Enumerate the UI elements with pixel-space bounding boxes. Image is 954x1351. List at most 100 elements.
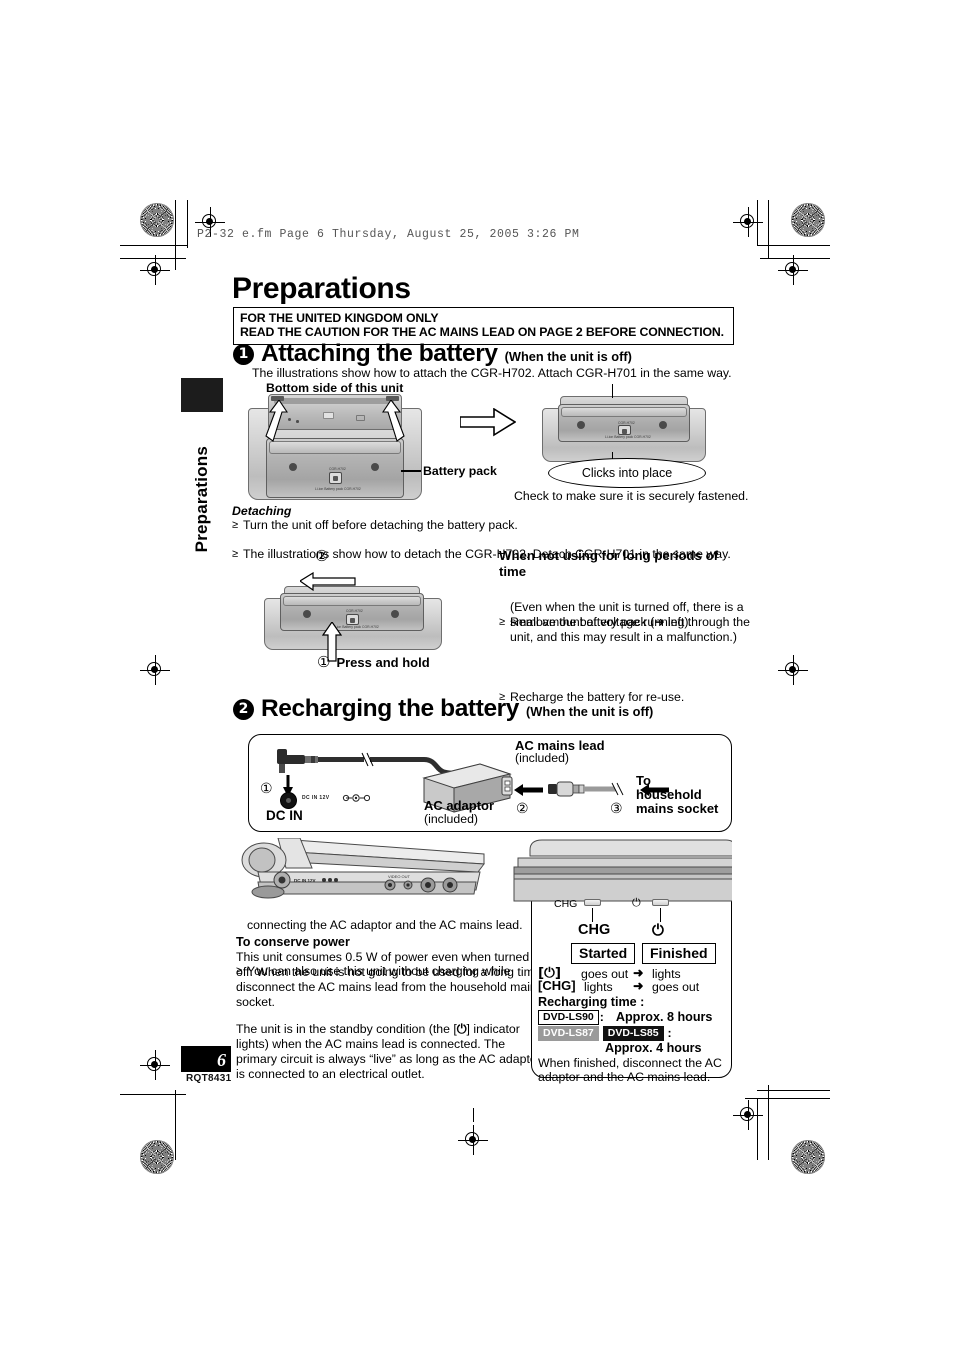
attach-direction-arrow bbox=[460, 408, 516, 437]
chg-row-key: [CHG] bbox=[538, 978, 576, 993]
socket-label-l3: mains socket bbox=[636, 801, 719, 816]
crop-line-bot-right-h bbox=[757, 1090, 830, 1091]
registration-mark-mid-right-2 bbox=[778, 655, 808, 685]
dc-in-label: DC IN bbox=[266, 808, 303, 823]
conserve-power-heading: To conserve power bbox=[236, 935, 350, 949]
section2-subtitle: (When the unit is off) bbox=[526, 704, 654, 719]
registration-mark-bottom-right bbox=[733, 1100, 763, 1130]
attach-arrow-left bbox=[265, 400, 288, 442]
finish-note-l2: adaptor and the AC mains lead. bbox=[538, 1070, 711, 1084]
diagram-step2-label: ② bbox=[516, 800, 529, 816]
detach-step2-mark: ② bbox=[315, 548, 328, 566]
dc-in-port-text: DC IN 12V bbox=[302, 795, 330, 801]
recharge-time-ls85: Approx. 4 hours bbox=[605, 1041, 702, 1055]
illustration-detach: CGR-H702 Li-ion Battery pack CGR-H702 bbox=[262, 586, 442, 650]
detaching-heading: Detaching bbox=[232, 504, 292, 518]
crop-line-bot-right-v bbox=[768, 1085, 769, 1160]
section1-number: 1 bbox=[233, 343, 254, 365]
dc-in-port-graphic bbox=[280, 792, 297, 809]
section2-title: Recharging the battery bbox=[261, 695, 520, 722]
recharge-time-ls90: Approx. 8 hours bbox=[615, 1010, 713, 1024]
press-and-hold-row: ① Press and hold bbox=[317, 655, 430, 670]
registration-mark-bottom-left bbox=[140, 1050, 170, 1080]
crop-line-bot-right-v2 bbox=[757, 1098, 758, 1160]
battery-pack-graphic-detach: CGR-H702 Li-ion Battery pack CGR-H702 bbox=[280, 593, 424, 631]
section1-intro: The illustrations show how to attach the… bbox=[252, 366, 732, 380]
standby-note-l1-text: The unit is in the standby condition (th… bbox=[236, 1022, 457, 1036]
svg-text:VIDEO OUT: VIDEO OUT bbox=[388, 874, 411, 879]
chg-row-arrow: ➜ bbox=[633, 979, 644, 993]
started-label: Started bbox=[571, 943, 636, 964]
chg-led-graphic bbox=[584, 899, 601, 906]
chg-small-label: CHG bbox=[554, 898, 578, 910]
power-indicator-label: ⏻ bbox=[652, 921, 664, 939]
crop-line-top-left-h2 bbox=[120, 245, 188, 246]
socket-label-l1: To bbox=[636, 773, 651, 788]
crop-line-top-right-h2 bbox=[757, 245, 830, 246]
standby-note-l1-text-b: ] indicator bbox=[466, 1022, 520, 1036]
standby-note-l2: lights) when the AC mains lead is connec… bbox=[236, 1037, 506, 1051]
diagram-step1-label: ① bbox=[260, 780, 273, 796]
registration-starburst-top-left bbox=[140, 203, 174, 237]
registration-starburst-top-right bbox=[791, 203, 825, 237]
chg-row-finished: goes out bbox=[652, 980, 700, 994]
diagram-step3-label: ③ bbox=[610, 800, 623, 816]
conserve-power-l3: disconnect the AC mains lead from the ho… bbox=[236, 980, 543, 994]
section1-subtitle: (When the unit is off) bbox=[504, 349, 632, 364]
crop-line-top-right-v bbox=[768, 200, 769, 258]
model-tag-ls85: DVD-LS85 bbox=[602, 1026, 664, 1041]
page-number-box: 6 bbox=[181, 1046, 231, 1072]
conserve-power-l2: off. When the unit is not going to be us… bbox=[236, 965, 545, 979]
recharge-row-ls90: DVD-LS90 : Approx. 8 hours bbox=[538, 1010, 712, 1025]
diagram-step2-number: ② bbox=[516, 800, 529, 818]
attach-leader-line-top bbox=[612, 384, 614, 398]
standby-note-l4: is connected to an electrical outlet. bbox=[236, 1067, 425, 1081]
standby-note-l1: The unit is in the standby condition (th… bbox=[236, 1022, 520, 1037]
standby-note-l3: primary circuit is always “live” as long… bbox=[236, 1052, 541, 1066]
power-led-graphic bbox=[652, 899, 669, 906]
long-periods-bullet1-l4: unit, and this may result in a malfuncti… bbox=[510, 630, 737, 644]
uk-notice-line2: READ THE CAUTION FOR THE AC MAINS LEAD O… bbox=[240, 325, 724, 340]
crop-line-top-left-v2 bbox=[187, 200, 188, 248]
detach-slide-arrow bbox=[300, 572, 356, 592]
battery-pack-callout-line bbox=[401, 470, 421, 472]
power-led-symbol: ⏻ bbox=[632, 896, 641, 909]
section1-title: Attaching the battery bbox=[261, 340, 498, 367]
page-number: 6 bbox=[217, 1050, 226, 1070]
mains-lead-to-adaptor-arrow bbox=[514, 784, 543, 796]
document-code: RQT8431 bbox=[186, 1073, 232, 1084]
model-tag-ls87: DVD-LS87 bbox=[538, 1026, 599, 1041]
finish-note-l1: When finished, disconnect the AC bbox=[538, 1056, 722, 1070]
section1-heading: 1 Attaching the battery (When the unit i… bbox=[233, 340, 632, 368]
illustration-player-side-view: DC IN 12V VIDEO OUT bbox=[238, 837, 498, 900]
registration-mark-mid-left-2 bbox=[140, 655, 170, 685]
attach-arrow-right bbox=[382, 400, 405, 442]
uk-notice-line1: FOR THE UNITED KINGDOM ONLY bbox=[240, 311, 439, 325]
crop-line-top-right-v2 bbox=[757, 200, 758, 246]
crop-line-top-left-h bbox=[120, 258, 186, 259]
section2-heading: 2 Recharging the battery (When the unit … bbox=[233, 695, 653, 723]
section2-number: 2 bbox=[233, 698, 254, 720]
model-tag-ls90: DVD-LS90 bbox=[538, 1010, 599, 1025]
long-periods-heading-l1: When not using for long periods of time bbox=[499, 548, 719, 579]
ac-mains-lead-note: (included) bbox=[515, 751, 569, 765]
chg-indicator-label: CHG bbox=[578, 922, 611, 938]
detach-step2-number: ② bbox=[315, 548, 329, 565]
power-leader-line bbox=[660, 908, 662, 922]
model-ls90-colon: : bbox=[599, 1010, 604, 1024]
crop-line-bot-right-h2 bbox=[745, 1098, 830, 1099]
svg-text:DC IN 12V: DC IN 12V bbox=[294, 878, 316, 883]
registration-mark-top-right bbox=[733, 207, 763, 237]
long-periods-bullet1-l3: small amount of voltage running through … bbox=[510, 615, 750, 629]
check-fastened-label: Check to make sure it is securely fasten… bbox=[514, 489, 749, 503]
side-tab-preparations: Preparations bbox=[181, 412, 223, 552]
registration-mark-mid-left bbox=[140, 255, 170, 285]
detaching-bullet-1: Turn the unit off before detaching the b… bbox=[232, 518, 954, 533]
conserve-power-l1: This unit consumes 0.5 W of power even w… bbox=[236, 950, 530, 964]
illustration-indicator-strip bbox=[500, 836, 732, 908]
chg-row-started: lights bbox=[584, 980, 613, 994]
crop-line-top-right-h bbox=[760, 258, 830, 259]
registration-mark-bottom-center bbox=[458, 1125, 488, 1155]
registration-starburst-bottom-left bbox=[140, 1140, 174, 1174]
recharging-time-heading: Recharging time : bbox=[538, 995, 645, 1009]
